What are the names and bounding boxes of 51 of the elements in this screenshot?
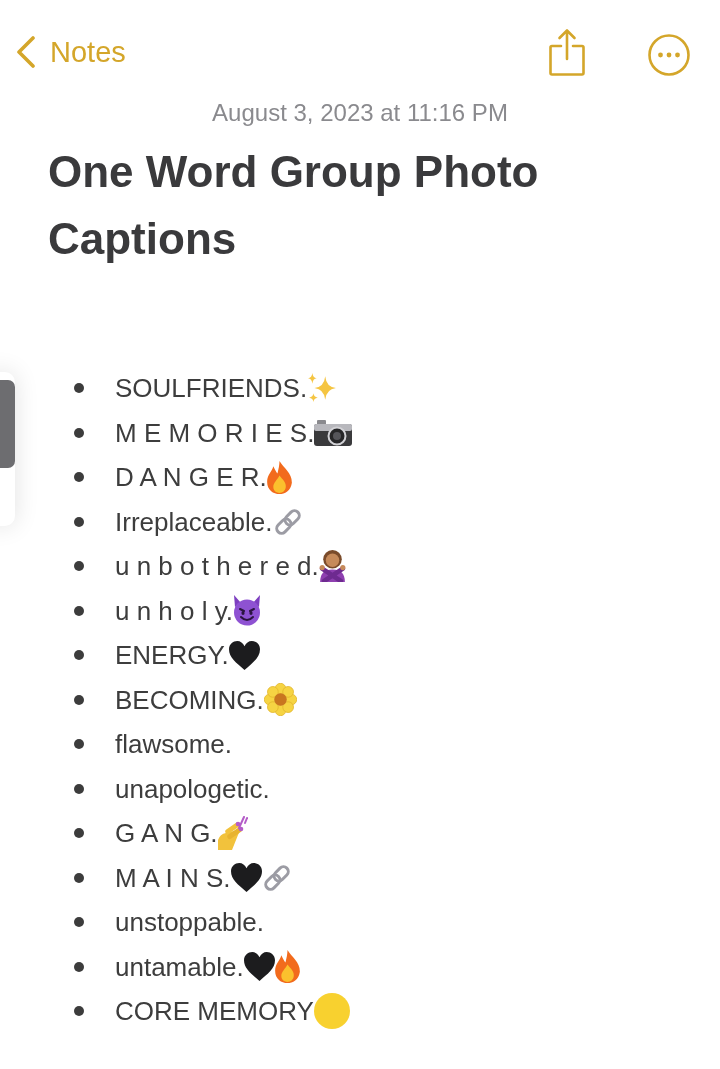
- flower-icon: [263, 683, 297, 717]
- bullet-icon: [74, 828, 84, 839]
- share-button[interactable]: [548, 28, 586, 76]
- devil-face-icon: [233, 595, 262, 627]
- bullet-icon: [74, 516, 84, 527]
- caption-text: M E M O R I E S.: [115, 416, 315, 449]
- caption-text: CORE MEMORY: [115, 995, 314, 1028]
- bullet-icon: [74, 427, 84, 438]
- nail-polish-icon: [217, 816, 248, 851]
- caption-text: G A N G.: [115, 817, 218, 850]
- chain-link-icon: [261, 862, 292, 893]
- camera-icon: [314, 419, 353, 446]
- heart-icon: [230, 863, 262, 893]
- caption-text: u n h o l y.: [115, 594, 234, 627]
- caption-text: unstoppable.: [115, 906, 264, 939]
- person-crossed-arms-icon: [318, 550, 346, 583]
- share-icon: [549, 28, 585, 76]
- bullet-icon: [74, 694, 84, 705]
- bullet-icon: [74, 872, 84, 883]
- bullet-icon: [74, 605, 84, 616]
- heart-icon: [243, 952, 275, 982]
- note-title: One Word Group Photo Captions: [48, 146, 540, 265]
- chain-link-icon: [272, 506, 303, 537]
- heart-icon: [228, 640, 260, 670]
- caption-text: D A N G E R.: [115, 461, 267, 494]
- caption-text: Irreplaceable.: [115, 505, 273, 538]
- caption-text: flawsome.: [115, 728, 233, 761]
- bullet-icon: [74, 783, 84, 794]
- caption-text: untamable.: [115, 950, 244, 983]
- bullet-icon: [74, 472, 84, 483]
- flame-icon: [266, 460, 292, 494]
- back-button[interactable]: Notes: [16, 36, 126, 68]
- circle-icon: [313, 993, 350, 1030]
- caption-text: u n b o t h e r e d.: [115, 550, 319, 583]
- caption-text: SOULFRIENDS.: [115, 372, 308, 405]
- bullet-icon: [74, 561, 84, 572]
- bullet-icon: [74, 739, 84, 750]
- more-icon: [648, 34, 690, 76]
- caption-text: unapologetic.: [115, 772, 270, 805]
- note-date: August 3, 2023 at 11:16 PM: [211, 98, 509, 128]
- bullet-icon: [74, 961, 84, 972]
- bullet-icon: [74, 917, 84, 928]
- bullet-icon: [74, 383, 84, 394]
- bullet-icon: [74, 1006, 84, 1017]
- chevron-left-icon: [16, 36, 36, 68]
- bullet-icon: [74, 650, 84, 661]
- more-button[interactable]: [648, 34, 690, 76]
- caption-text: BECOMING.: [115, 683, 264, 716]
- caption-text: ENERGY.: [115, 639, 229, 672]
- caption-text: M A I N S.: [115, 861, 231, 894]
- flame-icon: [274, 950, 300, 984]
